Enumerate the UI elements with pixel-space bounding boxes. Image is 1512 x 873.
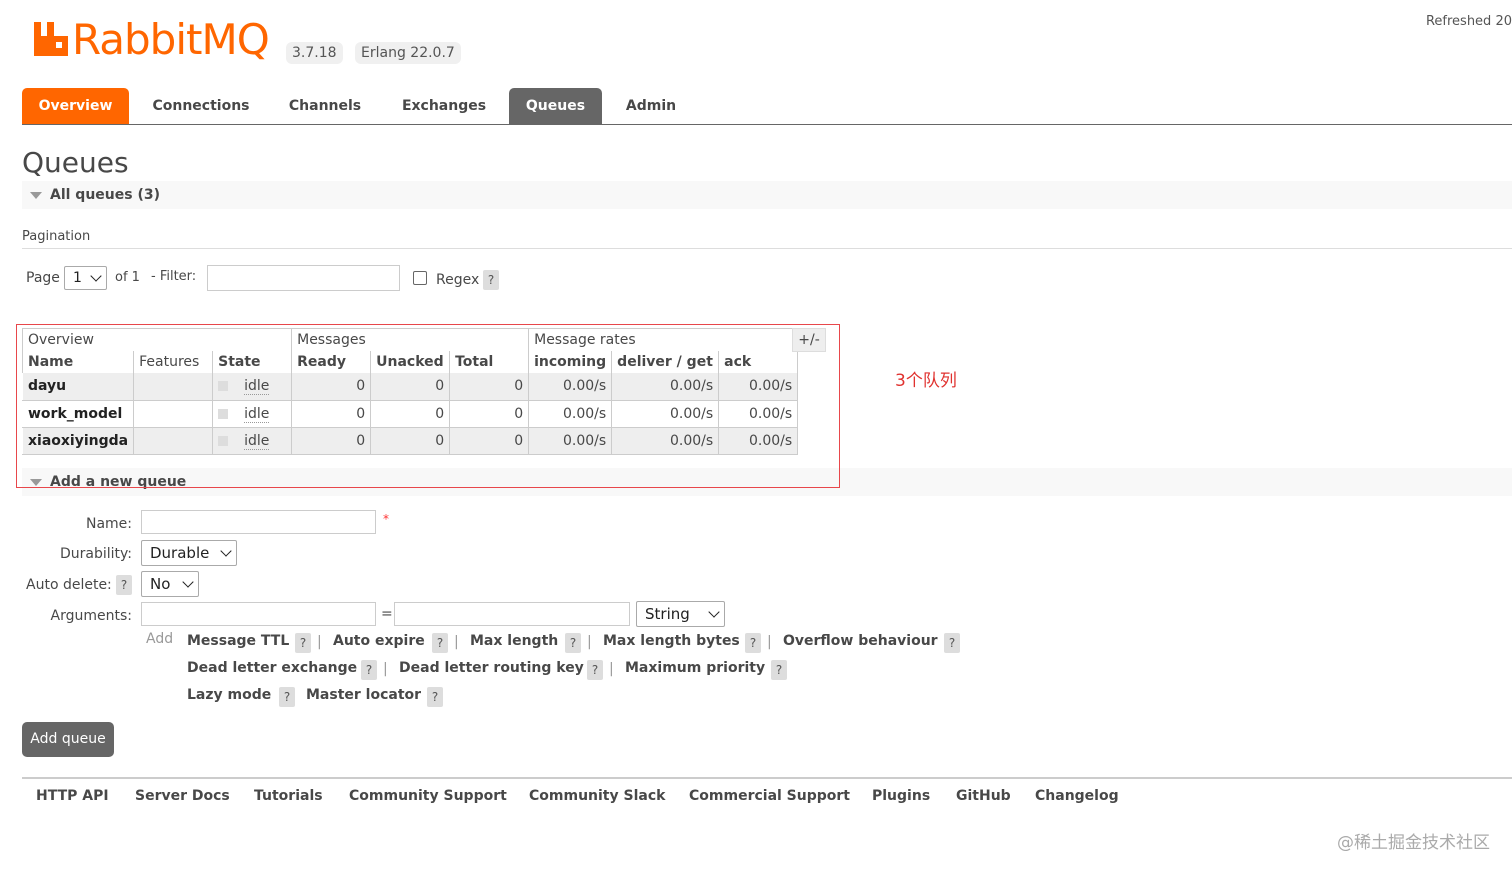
help-icon[interactable]: ? <box>295 633 311 653</box>
pagination-label: Pagination <box>22 229 91 244</box>
page-label: Page <box>26 270 60 286</box>
watermark: @稀土掘金技术社区 <box>1337 833 1490 853</box>
arg-dead-letter-exchange[interactable]: Dead letter exchange <box>187 660 357 676</box>
annotation-highlight-box <box>16 324 840 488</box>
regex-label: Regex <box>436 272 480 288</box>
arg-maximum-priority[interactable]: Maximum priority <box>625 660 765 676</box>
auto-delete-select-value: No <box>150 575 171 593</box>
regex-checkbox[interactable] <box>413 271 427 285</box>
arg-master-locator[interactable]: Master locator <box>306 687 421 703</box>
filter-input[interactable] <box>207 265 400 291</box>
arg-lazy-mode[interactable]: Lazy mode <box>187 687 271 703</box>
arg-message-ttl[interactable]: Message TTL <box>187 633 289 649</box>
help-icon[interactable]: ? <box>361 660 377 680</box>
footer-link-tutorials[interactable]: Tutorials <box>254 788 323 804</box>
help-icon[interactable]: ? <box>279 687 295 707</box>
logo-wordmark: RabbitMQ <box>72 14 270 64</box>
erlang-version-badge: Erlang 22.0.7 <box>355 42 461 64</box>
tab-queues[interactable]: Queues <box>509 88 602 124</box>
tab-admin[interactable]: Admin <box>617 88 685 124</box>
arguments-label: Arguments: <box>50 608 132 624</box>
separator: | <box>317 634 322 650</box>
argument-key-input[interactable] <box>141 602 376 626</box>
arg-dead-letter-routing-key[interactable]: Dead letter routing key <box>399 660 584 676</box>
auto-delete-help-icon[interactable]: ? <box>116 575 132 595</box>
separator: | <box>609 661 614 677</box>
tab-channels[interactable]: Channels <box>277 88 373 124</box>
page-select-value: 1 <box>73 270 82 286</box>
footer-link-changelog[interactable]: Changelog <box>1035 788 1119 804</box>
separator: | <box>587 634 592 650</box>
durability-select-value: Durable <box>150 544 210 562</box>
all-queues-toggle[interactable]: All queues (3) <box>22 181 1512 209</box>
durability-select[interactable]: Durable <box>141 540 237 566</box>
arg-overflow-behaviour[interactable]: Overflow behaviour <box>783 633 938 649</box>
help-icon[interactable]: ? <box>944 633 960 653</box>
arg-max-length-bytes[interactable]: Max length bytes <box>603 633 740 649</box>
annotation-text: 3个队列 <box>895 371 957 391</box>
help-icon[interactable]: ? <box>771 660 787 680</box>
footer-divider <box>22 777 1512 779</box>
page-count-label: of 1 <box>115 270 140 285</box>
separator: | <box>454 634 459 650</box>
tab-overview[interactable]: Overview <box>22 88 129 124</box>
help-icon[interactable]: ? <box>565 633 581 653</box>
separator: | <box>383 661 388 677</box>
arg-max-length[interactable]: Max length <box>470 633 558 649</box>
page-title: Queues <box>22 146 129 179</box>
pagination-divider <box>22 248 1512 249</box>
required-marker: * <box>383 512 389 526</box>
page-select[interactable]: 1 <box>64 266 107 290</box>
equals-sign: = <box>381 606 393 622</box>
argument-type-select[interactable]: String <box>636 601 725 627</box>
footer-link-github[interactable]: GitHub <box>956 788 1011 804</box>
chevron-down-icon <box>220 545 232 557</box>
queue-name-input[interactable] <box>141 510 376 534</box>
help-icon[interactable]: ? <box>587 660 603 680</box>
chevron-down-icon <box>708 606 720 618</box>
rabbitmq-logo[interactable]: RabbitMQ <box>34 14 270 64</box>
arg-auto-expire[interactable]: Auto expire <box>333 633 425 649</box>
auto-delete-label: Auto delete: <box>26 577 112 593</box>
add-argument-label: Add <box>146 631 174 647</box>
footer-link-http-api[interactable]: HTTP API <box>36 788 109 804</box>
argument-type-value: String <box>645 605 690 623</box>
chevron-down-icon <box>182 576 194 588</box>
footer-link-community-support[interactable]: Community Support <box>349 788 507 804</box>
separator: | <box>767 634 772 650</box>
collapse-triangle-icon <box>30 192 42 199</box>
footer-link-plugins[interactable]: Plugins <box>872 788 930 804</box>
tab-exchanges[interactable]: Exchanges <box>390 88 498 124</box>
durability-label: Durability: <box>59 546 132 562</box>
chevron-down-icon <box>90 270 102 282</box>
tab-connections[interactable]: Connections <box>140 88 262 124</box>
name-label: Name: <box>85 516 132 532</box>
filter-label: - Filter: <box>151 269 197 284</box>
argument-value-input[interactable] <box>394 602 630 626</box>
all-queues-label: All queues (3) <box>50 187 160 203</box>
footer-link-commercial-support[interactable]: Commercial Support <box>689 788 850 804</box>
auto-delete-select[interactable]: No <box>141 571 199 597</box>
refreshed-status: Refreshed 20 <box>1425 14 1512 29</box>
version-badge: 3.7.18 <box>286 42 343 64</box>
main-nav-tabs: Overview Connections Channels Exchanges … <box>22 88 1512 125</box>
footer-link-server-docs[interactable]: Server Docs <box>135 788 230 804</box>
help-icon[interactable]: ? <box>427 687 443 707</box>
regex-help-icon[interactable]: ? <box>483 270 499 290</box>
help-icon[interactable]: ? <box>432 633 448 653</box>
add-queue-button[interactable]: Add queue <box>22 722 114 757</box>
help-icon[interactable]: ? <box>745 633 761 653</box>
footer-link-community-slack[interactable]: Community Slack <box>529 788 665 804</box>
rabbit-logo-icon <box>34 22 68 56</box>
